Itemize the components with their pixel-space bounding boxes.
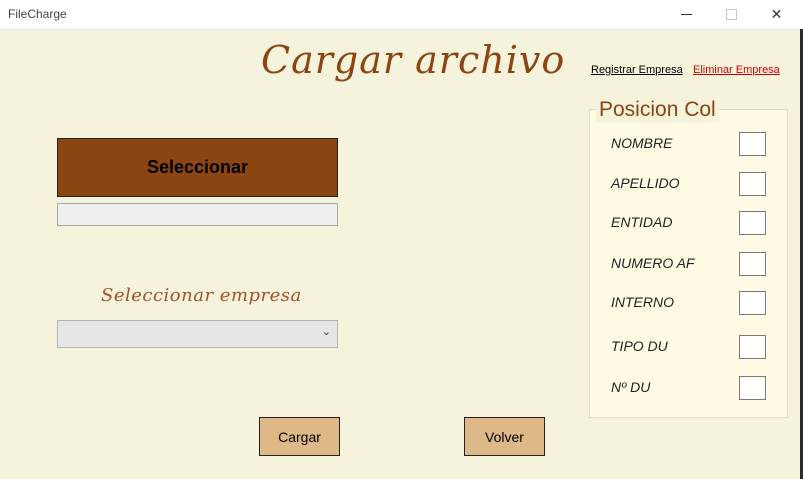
field-label-numero-af: NUMERO AF bbox=[611, 255, 695, 271]
chevron-down-icon: ⌄ bbox=[321, 325, 331, 338]
maximize-icon bbox=[726, 9, 737, 20]
field-label-numero-du: Nº DU bbox=[611, 379, 651, 395]
apellido-position-input[interactable] bbox=[739, 172, 766, 196]
maximize-button[interactable] bbox=[709, 0, 754, 29]
select-file-button[interactable]: Seleccionar bbox=[57, 138, 338, 197]
field-label-interno: INTERNO bbox=[611, 294, 674, 310]
close-button[interactable]: ✕ bbox=[754, 0, 799, 29]
numero-af-position-input[interactable] bbox=[739, 252, 766, 276]
company-select[interactable]: ⌄ bbox=[57, 320, 338, 348]
delete-company-link[interactable]: Eliminar Empresa bbox=[693, 64, 780, 76]
title-bar: FileCharge ✕ bbox=[0, 0, 803, 30]
entidad-position-input[interactable] bbox=[739, 211, 766, 235]
field-label-tipo-du: TIPO DU bbox=[611, 338, 668, 354]
register-company-link[interactable]: Registrar Empresa bbox=[591, 64, 683, 76]
window-title: FileCharge bbox=[8, 7, 67, 21]
numero-du-position-input[interactable] bbox=[739, 376, 766, 400]
close-icon: ✕ bbox=[770, 6, 783, 23]
field-label-entidad: ENTIDAD bbox=[611, 214, 673, 230]
nombre-position-input[interactable] bbox=[739, 132, 766, 156]
column-position-title: Posicion Col bbox=[596, 98, 719, 122]
file-path-field[interactable] bbox=[57, 203, 338, 226]
company-label: Seleccionar empresa bbox=[101, 285, 302, 306]
minimize-button[interactable] bbox=[664, 0, 709, 29]
back-button[interactable]: Volver bbox=[464, 417, 545, 456]
minimize-icon bbox=[681, 14, 692, 15]
interno-position-input[interactable] bbox=[739, 291, 766, 315]
load-button[interactable]: Cargar bbox=[259, 417, 340, 456]
field-label-apellido: APELLIDO bbox=[611, 175, 680, 191]
field-label-nombre: NOMBRE bbox=[611, 135, 673, 151]
tipo-du-position-input[interactable] bbox=[739, 335, 766, 359]
page-title: Cargar archivo bbox=[261, 38, 566, 82]
